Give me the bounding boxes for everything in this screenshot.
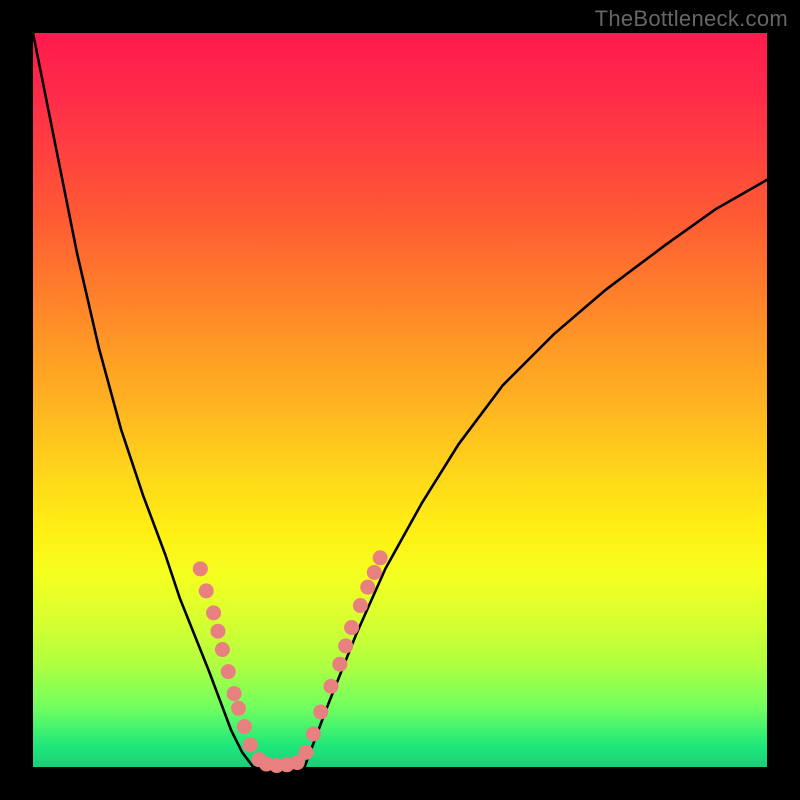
data-dot xyxy=(227,686,242,701)
data-dot xyxy=(306,726,321,741)
data-dot xyxy=(221,664,236,679)
dot-layer xyxy=(193,550,388,773)
data-dot xyxy=(338,638,353,653)
data-dot xyxy=(299,745,314,760)
data-dot xyxy=(199,583,214,598)
chart-stage: TheBottleneck.com xyxy=(0,0,800,800)
data-dot xyxy=(243,737,258,752)
data-dot xyxy=(344,620,359,635)
data-dot xyxy=(332,657,347,672)
curve-layer xyxy=(33,33,767,767)
data-dot xyxy=(215,642,230,657)
data-dot xyxy=(324,679,339,694)
data-dot xyxy=(353,598,368,613)
chart-svg xyxy=(33,33,767,767)
data-dot xyxy=(237,719,252,734)
data-dot xyxy=(313,704,328,719)
data-dot xyxy=(193,561,208,576)
data-dot xyxy=(367,565,382,580)
data-dot xyxy=(210,624,225,639)
bottleneck-curve xyxy=(33,33,767,767)
data-dot xyxy=(231,701,246,716)
data-dot xyxy=(206,605,221,620)
data-dot xyxy=(360,580,375,595)
watermark-text: TheBottleneck.com xyxy=(595,6,788,32)
data-dot xyxy=(373,550,388,565)
plot-area xyxy=(33,33,767,767)
